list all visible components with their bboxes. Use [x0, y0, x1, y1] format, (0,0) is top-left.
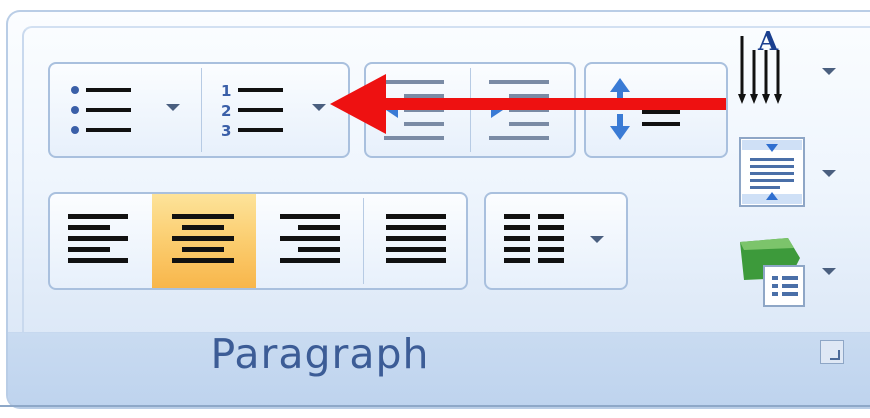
- spacing-button[interactable]: [734, 130, 844, 210]
- spacing-dropdown-arrow-icon[interactable]: [822, 170, 836, 177]
- align-left-button[interactable]: [50, 194, 152, 288]
- line-spacing-button[interactable]: A: [734, 27, 844, 108]
- bullets-button[interactable]: [50, 64, 200, 156]
- align-left-icon: [68, 214, 128, 263]
- sort-button[interactable]: [586, 64, 726, 156]
- bullets-icon: [71, 86, 131, 134]
- group-label: Paragraph: [210, 330, 430, 378]
- bullets-dropdown-arrow-icon[interactable]: [166, 104, 180, 111]
- sort-button-group: [584, 62, 728, 158]
- shading-dropdown-arrow-icon[interactable]: [822, 268, 836, 275]
- columns-button[interactable]: [486, 194, 626, 288]
- justify-button[interactable]: [364, 194, 466, 288]
- ribbon-bottom-border: [0, 405, 870, 407]
- columns-button-group: [484, 192, 628, 290]
- line-spacing-icon: A: [738, 27, 782, 104]
- columns-dropdown-arrow-icon[interactable]: [590, 236, 604, 243]
- decrease-indent-button[interactable]: [366, 64, 469, 156]
- numbering-dropdown-arrow-icon[interactable]: [312, 104, 326, 111]
- numbering-icon: 1 2 3: [221, 82, 283, 140]
- shading-button[interactable]: [734, 230, 844, 310]
- svg-text:3: 3: [221, 122, 231, 140]
- svg-text:2: 2: [221, 102, 231, 120]
- center-button[interactable]: [152, 194, 256, 288]
- sort-icon: [610, 78, 680, 140]
- svg-text:1: 1: [221, 82, 231, 100]
- align-right-icon: [280, 214, 340, 263]
- increase-indent-icon: [489, 80, 549, 140]
- numbering-button[interactable]: 1 2 3: [202, 64, 348, 156]
- align-right-button[interactable]: [256, 194, 360, 288]
- dialog-launcher-icon[interactable]: [820, 340, 844, 364]
- svg-text:A: A: [757, 27, 779, 57]
- increase-indent-button[interactable]: [471, 64, 574, 156]
- decrease-indent-icon: [384, 80, 444, 140]
- justify-icon: [386, 214, 446, 263]
- list-button-group: 1 2 3: [48, 62, 350, 158]
- indent-button-group: [364, 62, 576, 158]
- shading-icon: [740, 238, 805, 307]
- line-spacing-dropdown-arrow-icon[interactable]: [822, 68, 836, 75]
- spacing-icon: [739, 137, 805, 207]
- alignment-button-group: [48, 192, 468, 290]
- columns-icon: [504, 214, 564, 263]
- align-center-icon: [172, 214, 234, 263]
